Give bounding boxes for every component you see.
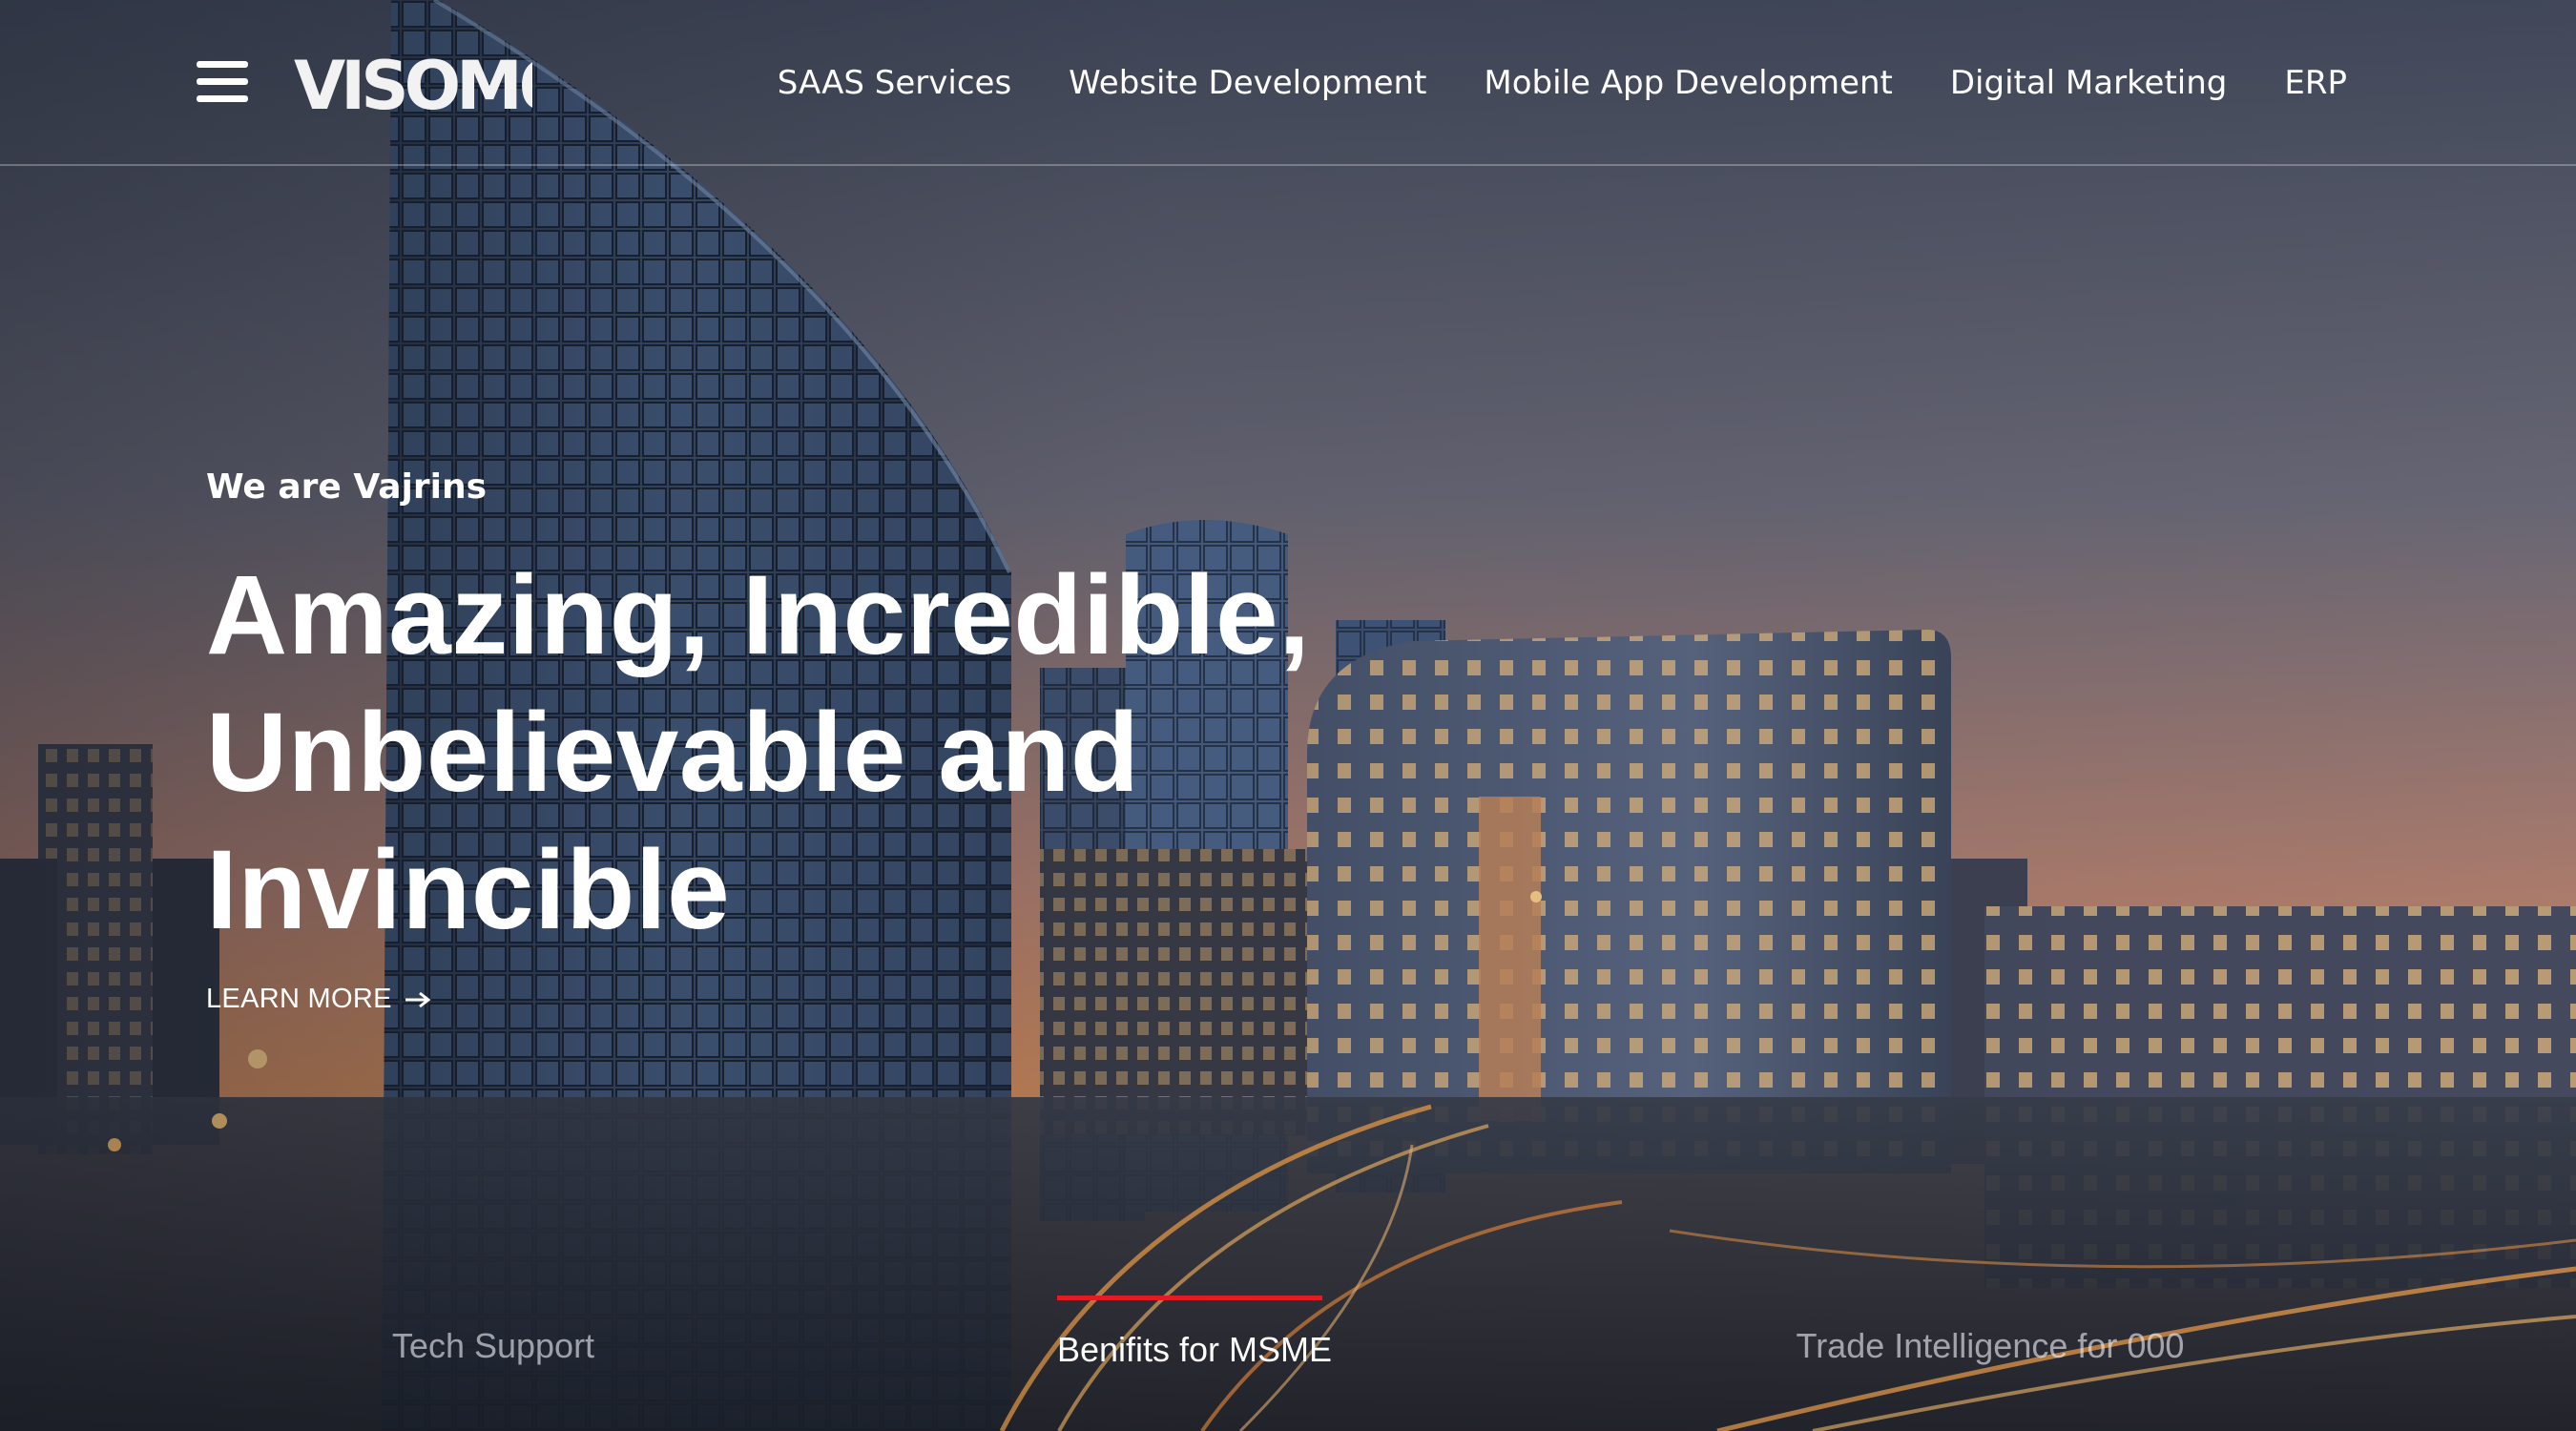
hero-slider: VISOM6 SAAS Services Website Development… bbox=[0, 0, 2576, 1431]
site-header: VISOM6 SAAS Services Website Development… bbox=[0, 0, 2576, 166]
nav-website-development[interactable]: Website Development bbox=[1069, 59, 1426, 107]
learn-more-link[interactable]: LEARN MORE bbox=[206, 984, 432, 1015]
active-tab-indicator bbox=[1057, 1296, 1322, 1300]
menu-bar bbox=[197, 78, 248, 85]
slider-tabs: Tech Support Benifits for MSME Trade Int… bbox=[0, 1278, 2576, 1393]
headline-line: Invincible bbox=[206, 827, 731, 953]
hero-headline: Amazing, Incredible, Unbelievable and In… bbox=[206, 547, 1542, 959]
nav-saas-services[interactable]: SAAS Services bbox=[778, 59, 1011, 107]
hero-content: We are Vajrins Amazing, Incredible, Unbe… bbox=[206, 467, 1542, 1015]
nav-erp[interactable]: ERP bbox=[2284, 59, 2347, 107]
arrow-right-icon bbox=[405, 991, 431, 1007]
tab-tech-support[interactable]: Tech Support bbox=[392, 1326, 594, 1366]
tab-trade-intelligence[interactable]: Trade Intelligence for 000 bbox=[1797, 1326, 2185, 1366]
menu-bar bbox=[197, 61, 248, 68]
main-nav: SAAS Services Website Development Mobile… bbox=[778, 59, 2347, 107]
learn-more-label: LEARN MORE bbox=[206, 984, 392, 1014]
tab-benifits-for-msme[interactable]: Benifits for MSME bbox=[1057, 1330, 1332, 1370]
headline-line: Amazing, Incredible, bbox=[206, 552, 1311, 678]
nav-mobile-app-development[interactable]: Mobile App Development bbox=[1484, 59, 1892, 107]
hero-eyebrow: We are Vajrins bbox=[206, 467, 488, 507]
logo-text: VISOM6 bbox=[294, 47, 532, 120]
menu-bar bbox=[197, 95, 248, 102]
headline-line: Unbelievable and bbox=[206, 690, 1140, 816]
brand-logo[interactable]: VISOM6 bbox=[294, 42, 532, 120]
hamburger-menu-icon[interactable] bbox=[197, 59, 252, 107]
nav-digital-marketing[interactable]: Digital Marketing bbox=[1950, 59, 2228, 107]
